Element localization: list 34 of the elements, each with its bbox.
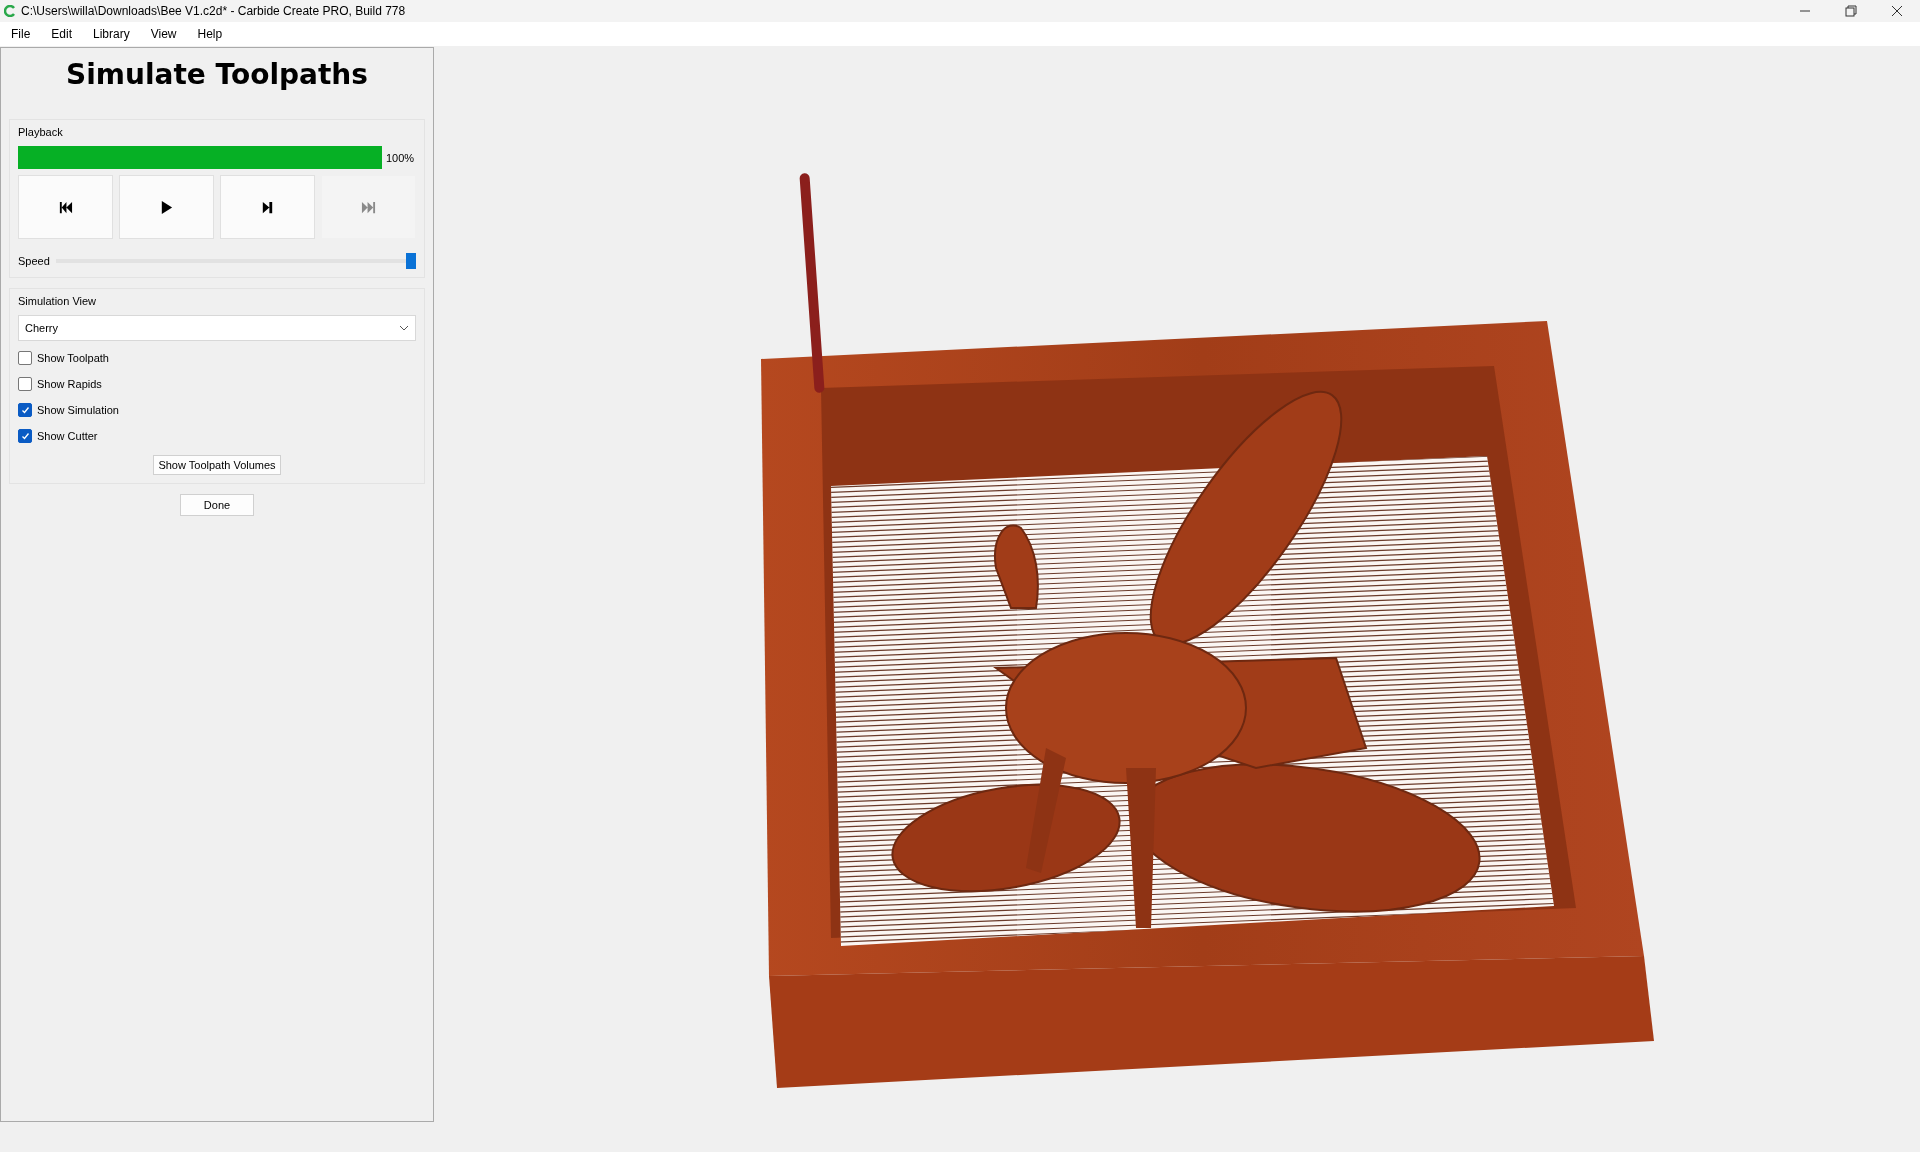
play-icon [159,199,174,215]
end-icon [361,199,376,215]
checkbox[interactable] [18,377,32,391]
progress-reading: 100% [386,151,415,164]
playback-button[interactable] [119,175,214,239]
menu-item[interactable]: File [4,27,45,41]
chevron-down-icon [399,325,409,331]
menu-item[interactable]: Help [190,27,237,41]
checkbox[interactable] [18,403,32,417]
menu-item[interactable]: Library [86,27,144,41]
checkbox-label: Show Simulation [37,404,119,416]
checkbox-label: Show Cutter [37,430,98,442]
panel-title: Simulate Toolpaths [66,58,368,91]
playback-button[interactable] [220,175,315,239]
slider-thumb[interactable] [406,253,416,269]
group-label: Playback [18,126,64,138]
menu-item[interactable]: View [143,27,191,41]
group-label: Simulation View [18,295,98,307]
volumes-button[interactable]: Show Toolpath Volumes [153,455,281,475]
menu-item[interactable]: Edit [44,27,87,41]
checkbox[interactable] [18,351,32,365]
checkbox-label: Show Toolpath [37,352,109,364]
done-button[interactable]: Done [180,494,254,516]
window-title: C:\Users\willa\Downloads\Bee V1.c2d* - Carbide Create PRO, Build 778 [21,4,407,18]
step-icon [260,199,275,215]
app-logo-icon [4,5,16,17]
material-dropdown[interactable]: Cherry [18,315,416,341]
checkmark-icon [20,431,30,441]
rewind-icon [58,199,73,215]
playback-button[interactable] [18,175,113,239]
checkmark-icon [20,405,30,415]
checkbox-label: Show Rapids [37,378,102,390]
checkbox[interactable] [18,429,32,443]
speed-label: Speed [18,255,50,267]
